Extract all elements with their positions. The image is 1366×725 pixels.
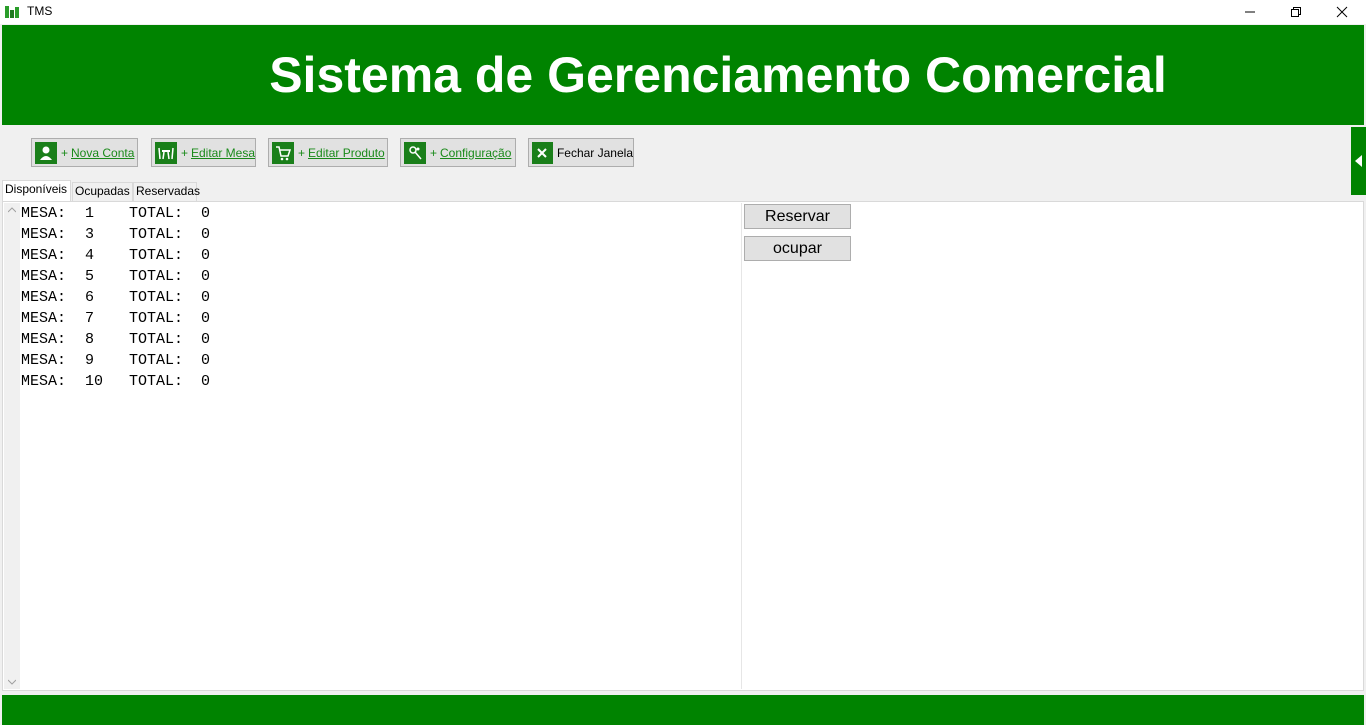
total-label: TOTAL: bbox=[129, 226, 184, 243]
mesa-label: MESA: bbox=[21, 289, 67, 306]
restore-button[interactable] bbox=[1273, 0, 1319, 24]
user-icon bbox=[35, 141, 57, 164]
mesa-number: 3 bbox=[85, 226, 95, 243]
tab-content-panel: MESA: 1 TOTAL: 0 MESA: 3 TOTAL: 0 MESA: 4 TOTAL: 0 M… bbox=[2, 201, 1364, 691]
settings-icon bbox=[404, 141, 426, 164]
side-panel-toggle[interactable] bbox=[1351, 127, 1366, 195]
total-label: TOTAL: bbox=[129, 268, 184, 285]
editar-produto-label: Editar Produto bbox=[308, 145, 385, 160]
scroll-up-icon[interactable] bbox=[8, 207, 16, 213]
plus-label: + bbox=[298, 145, 306, 160]
mesa-number: 9 bbox=[85, 352, 95, 369]
mesa-number: 4 bbox=[85, 247, 95, 264]
mesa-number: 5 bbox=[85, 268, 95, 285]
table-icon bbox=[155, 141, 177, 164]
close-button[interactable] bbox=[1319, 0, 1365, 24]
total-value: 0 bbox=[201, 205, 211, 222]
total-value: 0 bbox=[201, 373, 211, 390]
mesa-label: MESA: bbox=[21, 247, 67, 264]
page-title: Sistema de Gerenciamento Comercial bbox=[269, 47, 1167, 103]
list-item[interactable]: MESA: 6 TOTAL: 0 bbox=[20, 287, 741, 308]
ocupar-button[interactable]: ocupar bbox=[744, 236, 851, 261]
list-item[interactable]: MESA: 10 TOTAL: 0 bbox=[20, 371, 741, 392]
chevron-left-icon bbox=[1355, 155, 1362, 167]
mesa-list[interactable]: MESA: 1 TOTAL: 0 MESA: 3 TOTAL: 0 MESA: 4 TOTAL: 0 M… bbox=[20, 203, 742, 689]
total-label: TOTAL: bbox=[129, 352, 184, 369]
total-value: 0 bbox=[201, 247, 211, 264]
toolbar: + Nova Conta + Editar Mesa + Editar Prod… bbox=[0, 126, 1366, 178]
window-title: TMS bbox=[27, 4, 53, 18]
total-label: TOTAL: bbox=[129, 310, 184, 327]
mesa-number: 7 bbox=[85, 310, 95, 327]
total-value: 0 bbox=[201, 352, 211, 369]
mesa-number: 1 bbox=[85, 205, 95, 222]
total-value: 0 bbox=[201, 310, 211, 327]
total-value: 0 bbox=[201, 331, 211, 348]
total-label: TOTAL: bbox=[129, 205, 184, 222]
mesa-label: MESA: bbox=[21, 352, 67, 369]
configuracao-button[interactable]: + Configuração bbox=[400, 138, 516, 167]
app-icon bbox=[5, 6, 19, 18]
fechar-janela-label: Fechar Janela bbox=[556, 145, 633, 160]
total-value: 0 bbox=[201, 289, 211, 306]
close-icon bbox=[1336, 6, 1348, 18]
total-label: TOTAL: bbox=[129, 331, 184, 348]
list-item[interactable]: MESA: 3 TOTAL: 0 bbox=[20, 224, 741, 245]
header-banner: Sistema de Gerenciamento Comercial bbox=[2, 25, 1364, 125]
list-item[interactable]: MESA: 1 TOTAL: 0 bbox=[20, 203, 741, 224]
minimize-icon bbox=[1245, 11, 1255, 13]
total-label: TOTAL: bbox=[129, 247, 184, 264]
total-value: 0 bbox=[201, 268, 211, 285]
list-item[interactable]: MESA: 9 TOTAL: 0 bbox=[20, 350, 741, 371]
tab-reservadas[interactable]: Reservadas bbox=[133, 182, 200, 201]
mesa-label: MESA: bbox=[21, 310, 67, 327]
mesa-label: MESA: bbox=[21, 373, 67, 390]
footer-bar bbox=[2, 695, 1364, 725]
tab-disponiveis[interactable]: Disponíveis bbox=[2, 180, 71, 202]
editar-mesa-button[interactable]: + Editar Mesa bbox=[151, 138, 256, 167]
mesa-number: 8 bbox=[85, 331, 95, 348]
editar-mesa-label: Editar Mesa bbox=[190, 145, 255, 160]
mesa-number: 10 bbox=[85, 373, 104, 390]
list-item[interactable]: MESA: 7 TOTAL: 0 bbox=[20, 308, 741, 329]
nova-conta-label: Nova Conta bbox=[71, 145, 135, 160]
fechar-janela-button[interactable]: Fechar Janela bbox=[528, 138, 634, 167]
list-scrollbar[interactable] bbox=[4, 203, 20, 689]
restore-icon bbox=[1291, 7, 1301, 17]
mesa-number: 6 bbox=[85, 289, 95, 306]
total-label: TOTAL: bbox=[129, 373, 184, 390]
configuracao-label: Configuração bbox=[440, 145, 512, 160]
scroll-down-icon[interactable] bbox=[8, 679, 16, 685]
plus-label: + bbox=[180, 145, 188, 160]
editar-produto-button[interactable]: + Editar Produto bbox=[268, 138, 388, 167]
list-item[interactable]: MESA: 4 TOTAL: 0 bbox=[20, 245, 741, 266]
total-value: 0 bbox=[201, 226, 211, 243]
minimize-button[interactable] bbox=[1227, 0, 1273, 24]
mesa-label: MESA: bbox=[21, 226, 67, 243]
tab-ocupadas[interactable]: Ocupadas bbox=[72, 182, 133, 201]
plus-label: + bbox=[61, 145, 69, 160]
close-window-icon bbox=[532, 141, 553, 164]
mesa-label: MESA: bbox=[21, 205, 67, 222]
cart-icon bbox=[272, 141, 294, 164]
mesa-label: MESA: bbox=[21, 331, 67, 348]
plus-label: + bbox=[430, 145, 438, 160]
nova-conta-button[interactable]: + Nova Conta bbox=[31, 138, 138, 167]
reservar-button[interactable]: Reservar bbox=[744, 204, 851, 229]
total-label: TOTAL: bbox=[129, 289, 184, 306]
list-item[interactable]: MESA: 5 TOTAL: 0 bbox=[20, 266, 741, 287]
window-titlebar: TMS bbox=[0, 0, 1366, 24]
mesa-label: MESA: bbox=[21, 268, 67, 285]
list-item[interactable]: MESA: 8 TOTAL: 0 bbox=[20, 329, 741, 350]
